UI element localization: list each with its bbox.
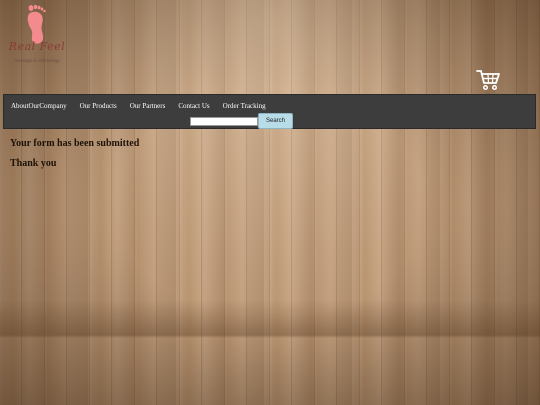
- logo-tagline: massage & reflexology: [14, 58, 60, 63]
- nav-contact-us[interactable]: Contact Us: [178, 102, 209, 110]
- nav-links: AboutOurCompany Our Products Our Partner…: [4, 99, 272, 113]
- nav-order-tracking[interactable]: Order Tracking: [223, 102, 266, 110]
- nav-about-our-company[interactable]: AboutOurCompany: [11, 102, 67, 110]
- nav-our-partners[interactable]: Our Partners: [130, 102, 166, 110]
- logo-script-text: Real Feel: [8, 40, 66, 53]
- nav-our-products[interactable]: Our Products: [80, 102, 117, 110]
- search-input[interactable]: [190, 117, 258, 126]
- shopping-cart-icon[interactable]: [476, 69, 500, 91]
- form-submitted-message: Your form has been submitted: [10, 138, 140, 149]
- search-button[interactable]: Search: [258, 113, 293, 129]
- site-logo[interactable]: Real Feel massage & reflexology: [4, 2, 70, 68]
- main-navigation: AboutOurCompany Our Products Our Partner…: [3, 94, 536, 129]
- thank-you-message: Thank you: [10, 158, 57, 169]
